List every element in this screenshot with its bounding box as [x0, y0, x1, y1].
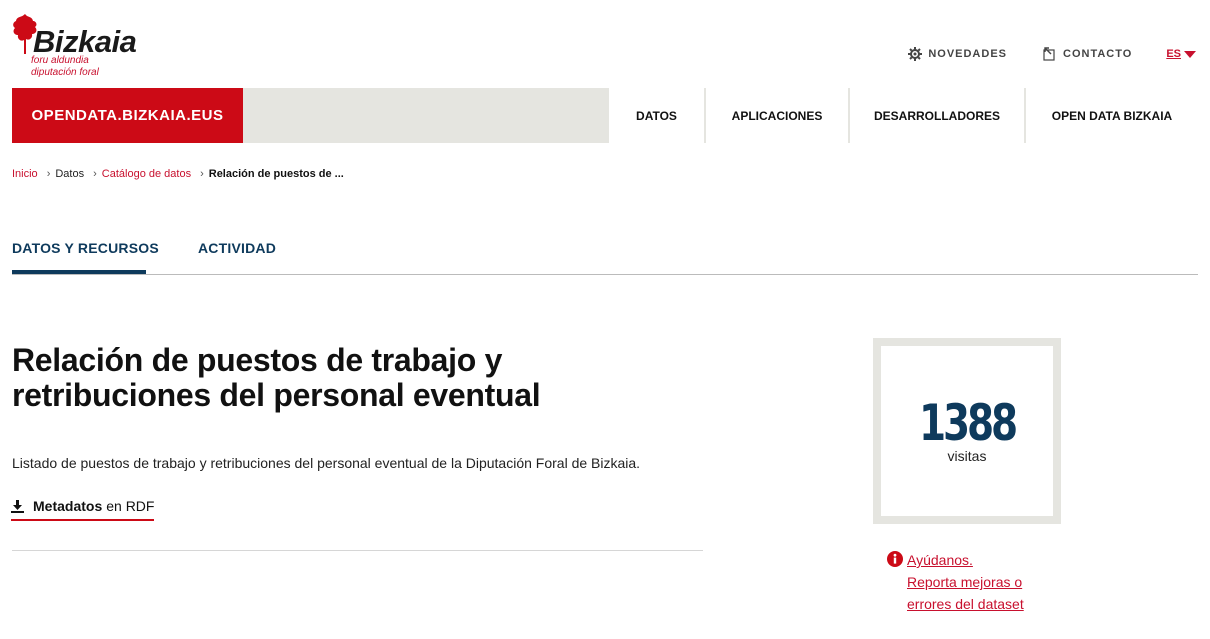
top-utility-links: NOVEDADES CONTACTO ES [872, 44, 1196, 64]
contacto-link[interactable]: CONTACTO [1043, 47, 1132, 61]
dataset-title: Relación de puestos de trabajo y retribu… [12, 342, 541, 413]
logo-subtitle-spanish: diputación foral [31, 67, 99, 78]
caret-down-icon [1184, 50, 1196, 58]
feedback-line-1: Ayúdanos. [907, 552, 973, 568]
chevron-right-icon: › [93, 168, 97, 180]
visits-count: 1388 [918, 394, 1018, 452]
feedback-link[interactable]: Ayúdanos. Reporta mejoras o errores del … [887, 549, 1047, 615]
info-icon [887, 551, 903, 615]
contacto-label: CONTACTO [1063, 48, 1133, 60]
visits-counter: 1388 visitas [873, 338, 1061, 524]
breadcrumb: Inicio › Datos › Catálogo de datos › Rel… [12, 168, 344, 180]
gear-icon [908, 47, 923, 61]
dataset-tabs: DATOS Y RECURSOS ACTIVIDAD [12, 240, 1198, 275]
tab-actividad[interactable]: ACTIVIDAD [198, 240, 276, 256]
main-nav: OPENDATA.BIZKAIA.EUS DATOS APLICACIONES … [12, 88, 1198, 143]
metadata-rdf-link[interactable]: Metadatos en RDF [11, 498, 155, 521]
feedback-text[interactable]: Ayúdanos. Reporta mejoras o errores del … [907, 549, 1047, 615]
dataset-description: Listado de puestos de trabajo y retribuc… [12, 455, 641, 471]
nav-items: DATOS APLICACIONES DESARROLLADORES OPEN … [607, 88, 1198, 143]
nav-item-open-data-bizkaia[interactable]: OPEN DATA BIZKAIA [1026, 88, 1198, 143]
language-label: ES [1166, 48, 1181, 60]
nav-item-desarrolladores[interactable]: DESARROLLADORES [850, 88, 1024, 143]
breadcrumb-current: Relación de puestos de ... [208, 168, 344, 180]
metadata-label: Metadatos [33, 498, 103, 514]
chevron-right-icon: › [46, 168, 51, 180]
logo-subtitle-basque: foru aldundia [31, 55, 89, 66]
visits-label: visitas [947, 448, 987, 464]
active-tab-indicator [12, 270, 146, 274]
breadcrumb-catalogo[interactable]: Catálogo de datos [102, 168, 191, 180]
feedback-line-2: Reporta mejoras o [907, 574, 1023, 590]
metadata-format: en RDF [106, 498, 155, 514]
nav-item-datos[interactable]: DATOS [609, 88, 704, 143]
external-link-icon [1043, 47, 1057, 61]
content-divider [12, 550, 703, 551]
download-icon [11, 499, 24, 513]
feedback-line-3: errores del dataset [907, 596, 1024, 612]
opendata-brand-tab[interactable]: OPENDATA.BIZKAIA.EUS [12, 88, 243, 143]
chevron-right-icon: › [200, 168, 204, 180]
bizkaia-logo[interactable]: Bizkaia foru aldundia diputación foral [11, 12, 151, 78]
tab-datos-y-recursos[interactable]: DATOS Y RECURSOS [12, 240, 159, 256]
breadcrumb-inicio[interactable]: Inicio [12, 168, 38, 180]
novedades-link[interactable]: NOVEDADES [908, 47, 1007, 61]
novedades-label: NOVEDADES [928, 48, 1007, 60]
nav-item-aplicaciones[interactable]: APLICACIONES [706, 88, 848, 143]
language-selector[interactable]: ES [1166, 48, 1196, 60]
breadcrumb-datos[interactable]: Datos [55, 168, 84, 180]
